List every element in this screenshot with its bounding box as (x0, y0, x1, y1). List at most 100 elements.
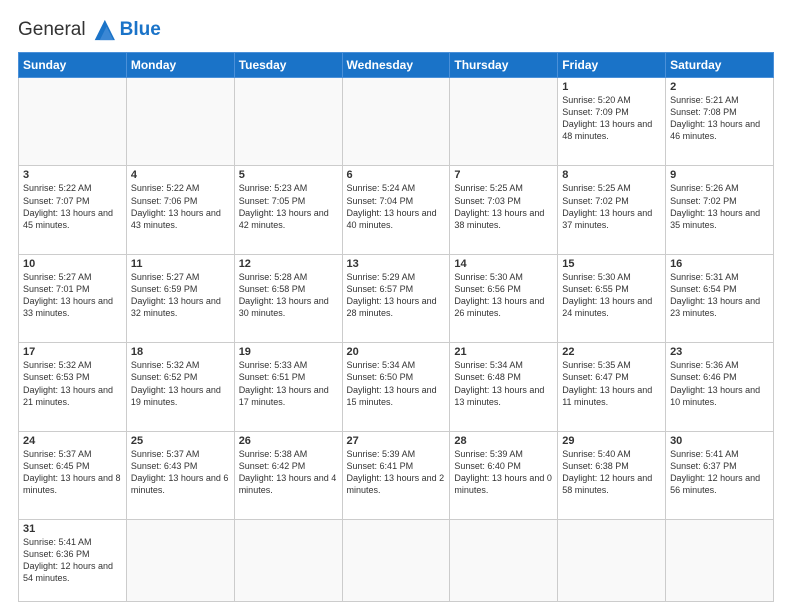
day-info: Sunrise: 5:41 AM Sunset: 6:36 PM Dayligh… (23, 536, 122, 585)
day-number: 14 (454, 258, 553, 270)
calendar-cell (450, 520, 558, 602)
page-header: General Blue (18, 16, 774, 44)
calendar-cell: 27Sunrise: 5:39 AM Sunset: 6:41 PM Dayli… (342, 431, 450, 519)
day-number: 5 (239, 169, 338, 181)
calendar-cell (342, 520, 450, 602)
day-info: Sunrise: 5:26 AM Sunset: 7:02 PM Dayligh… (670, 182, 769, 231)
day-of-week-header: Sunday (19, 53, 127, 78)
day-info: Sunrise: 5:27 AM Sunset: 6:59 PM Dayligh… (131, 271, 230, 320)
calendar-cell: 22Sunrise: 5:35 AM Sunset: 6:47 PM Dayli… (558, 343, 666, 431)
calendar-cell: 16Sunrise: 5:31 AM Sunset: 6:54 PM Dayli… (666, 254, 774, 342)
day-number: 25 (131, 435, 230, 447)
day-number: 16 (670, 258, 769, 270)
day-number: 1 (562, 81, 661, 93)
day-info: Sunrise: 5:34 AM Sunset: 6:50 PM Dayligh… (347, 359, 446, 408)
calendar-cell (19, 78, 127, 166)
calendar-cell (126, 78, 234, 166)
calendar-cell: 3Sunrise: 5:22 AM Sunset: 7:07 PM Daylig… (19, 166, 127, 254)
day-info: Sunrise: 5:22 AM Sunset: 7:06 PM Dayligh… (131, 182, 230, 231)
calendar-cell: 21Sunrise: 5:34 AM Sunset: 6:48 PM Dayli… (450, 343, 558, 431)
day-number: 4 (131, 169, 230, 181)
day-number: 18 (131, 346, 230, 358)
calendar-cell: 23Sunrise: 5:36 AM Sunset: 6:46 PM Dayli… (666, 343, 774, 431)
day-info: Sunrise: 5:35 AM Sunset: 6:47 PM Dayligh… (562, 359, 661, 408)
logo: General Blue (18, 16, 161, 44)
day-info: Sunrise: 5:39 AM Sunset: 6:40 PM Dayligh… (454, 448, 553, 497)
day-number: 31 (23, 523, 122, 535)
day-of-week-header: Friday (558, 53, 666, 78)
day-info: Sunrise: 5:38 AM Sunset: 6:42 PM Dayligh… (239, 448, 338, 497)
day-number: 11 (131, 258, 230, 270)
day-number: 6 (347, 169, 446, 181)
calendar-cell: 13Sunrise: 5:29 AM Sunset: 6:57 PM Dayli… (342, 254, 450, 342)
calendar-cell: 26Sunrise: 5:38 AM Sunset: 6:42 PM Dayli… (234, 431, 342, 519)
calendar-cell: 14Sunrise: 5:30 AM Sunset: 6:56 PM Dayli… (450, 254, 558, 342)
day-number: 24 (23, 435, 122, 447)
day-number: 10 (23, 258, 122, 270)
day-info: Sunrise: 5:24 AM Sunset: 7:04 PM Dayligh… (347, 182, 446, 231)
day-info: Sunrise: 5:20 AM Sunset: 7:09 PM Dayligh… (562, 94, 661, 143)
calendar-cell: 15Sunrise: 5:30 AM Sunset: 6:55 PM Dayli… (558, 254, 666, 342)
calendar-cell: 11Sunrise: 5:27 AM Sunset: 6:59 PM Dayli… (126, 254, 234, 342)
day-info: Sunrise: 5:32 AM Sunset: 6:53 PM Dayligh… (23, 359, 122, 408)
calendar-cell (558, 520, 666, 602)
calendar-cell: 12Sunrise: 5:28 AM Sunset: 6:58 PM Dayli… (234, 254, 342, 342)
day-number: 17 (23, 346, 122, 358)
calendar-cell (126, 520, 234, 602)
day-info: Sunrise: 5:21 AM Sunset: 7:08 PM Dayligh… (670, 94, 769, 143)
calendar-cell: 17Sunrise: 5:32 AM Sunset: 6:53 PM Dayli… (19, 343, 127, 431)
calendar-cell: 19Sunrise: 5:33 AM Sunset: 6:51 PM Dayli… (234, 343, 342, 431)
logo-icon (88, 16, 120, 44)
day-info: Sunrise: 5:40 AM Sunset: 6:38 PM Dayligh… (562, 448, 661, 497)
day-number: 9 (670, 169, 769, 181)
calendar-cell: 5Sunrise: 5:23 AM Sunset: 7:05 PM Daylig… (234, 166, 342, 254)
day-number: 28 (454, 435, 553, 447)
day-number: 13 (347, 258, 446, 270)
calendar-cell: 28Sunrise: 5:39 AM Sunset: 6:40 PM Dayli… (450, 431, 558, 519)
calendar-cell: 1Sunrise: 5:20 AM Sunset: 7:09 PM Daylig… (558, 78, 666, 166)
calendar-cell: 30Sunrise: 5:41 AM Sunset: 6:37 PM Dayli… (666, 431, 774, 519)
calendar-cell (342, 78, 450, 166)
calendar-cell (234, 78, 342, 166)
calendar-cell (234, 520, 342, 602)
day-number: 2 (670, 81, 769, 93)
day-info: Sunrise: 5:31 AM Sunset: 6:54 PM Dayligh… (670, 271, 769, 320)
day-number: 19 (239, 346, 338, 358)
calendar-cell: 20Sunrise: 5:34 AM Sunset: 6:50 PM Dayli… (342, 343, 450, 431)
calendar-table: SundayMondayTuesdayWednesdayThursdayFrid… (18, 52, 774, 602)
day-info: Sunrise: 5:33 AM Sunset: 6:51 PM Dayligh… (239, 359, 338, 408)
day-number: 23 (670, 346, 769, 358)
day-of-week-header: Tuesday (234, 53, 342, 78)
day-info: Sunrise: 5:32 AM Sunset: 6:52 PM Dayligh… (131, 359, 230, 408)
day-number: 26 (239, 435, 338, 447)
calendar-cell: 4Sunrise: 5:22 AM Sunset: 7:06 PM Daylig… (126, 166, 234, 254)
day-number: 21 (454, 346, 553, 358)
day-info: Sunrise: 5:29 AM Sunset: 6:57 PM Dayligh… (347, 271, 446, 320)
calendar-cell: 7Sunrise: 5:25 AM Sunset: 7:03 PM Daylig… (450, 166, 558, 254)
calendar-cell: 9Sunrise: 5:26 AM Sunset: 7:02 PM Daylig… (666, 166, 774, 254)
day-info: Sunrise: 5:28 AM Sunset: 6:58 PM Dayligh… (239, 271, 338, 320)
day-of-week-header: Wednesday (342, 53, 450, 78)
day-info: Sunrise: 5:30 AM Sunset: 6:56 PM Dayligh… (454, 271, 553, 320)
day-info: Sunrise: 5:34 AM Sunset: 6:48 PM Dayligh… (454, 359, 553, 408)
calendar-cell: 8Sunrise: 5:25 AM Sunset: 7:02 PM Daylig… (558, 166, 666, 254)
day-info: Sunrise: 5:25 AM Sunset: 7:03 PM Dayligh… (454, 182, 553, 231)
day-info: Sunrise: 5:37 AM Sunset: 6:43 PM Dayligh… (131, 448, 230, 497)
calendar-cell: 2Sunrise: 5:21 AM Sunset: 7:08 PM Daylig… (666, 78, 774, 166)
calendar-cell (666, 520, 774, 602)
day-of-week-header: Thursday (450, 53, 558, 78)
calendar-cell: 29Sunrise: 5:40 AM Sunset: 6:38 PM Dayli… (558, 431, 666, 519)
calendar-cell: 24Sunrise: 5:37 AM Sunset: 6:45 PM Dayli… (19, 431, 127, 519)
day-info: Sunrise: 5:27 AM Sunset: 7:01 PM Dayligh… (23, 271, 122, 320)
day-info: Sunrise: 5:39 AM Sunset: 6:41 PM Dayligh… (347, 448, 446, 497)
calendar-header-row: SundayMondayTuesdayWednesdayThursdayFrid… (19, 53, 774, 78)
day-number: 12 (239, 258, 338, 270)
day-number: 7 (454, 169, 553, 181)
day-number: 27 (347, 435, 446, 447)
day-info: Sunrise: 5:23 AM Sunset: 7:05 PM Dayligh… (239, 182, 338, 231)
day-info: Sunrise: 5:22 AM Sunset: 7:07 PM Dayligh… (23, 182, 122, 231)
calendar-cell: 6Sunrise: 5:24 AM Sunset: 7:04 PM Daylig… (342, 166, 450, 254)
day-number: 3 (23, 169, 122, 181)
day-info: Sunrise: 5:41 AM Sunset: 6:37 PM Dayligh… (670, 448, 769, 497)
calendar-cell: 10Sunrise: 5:27 AM Sunset: 7:01 PM Dayli… (19, 254, 127, 342)
